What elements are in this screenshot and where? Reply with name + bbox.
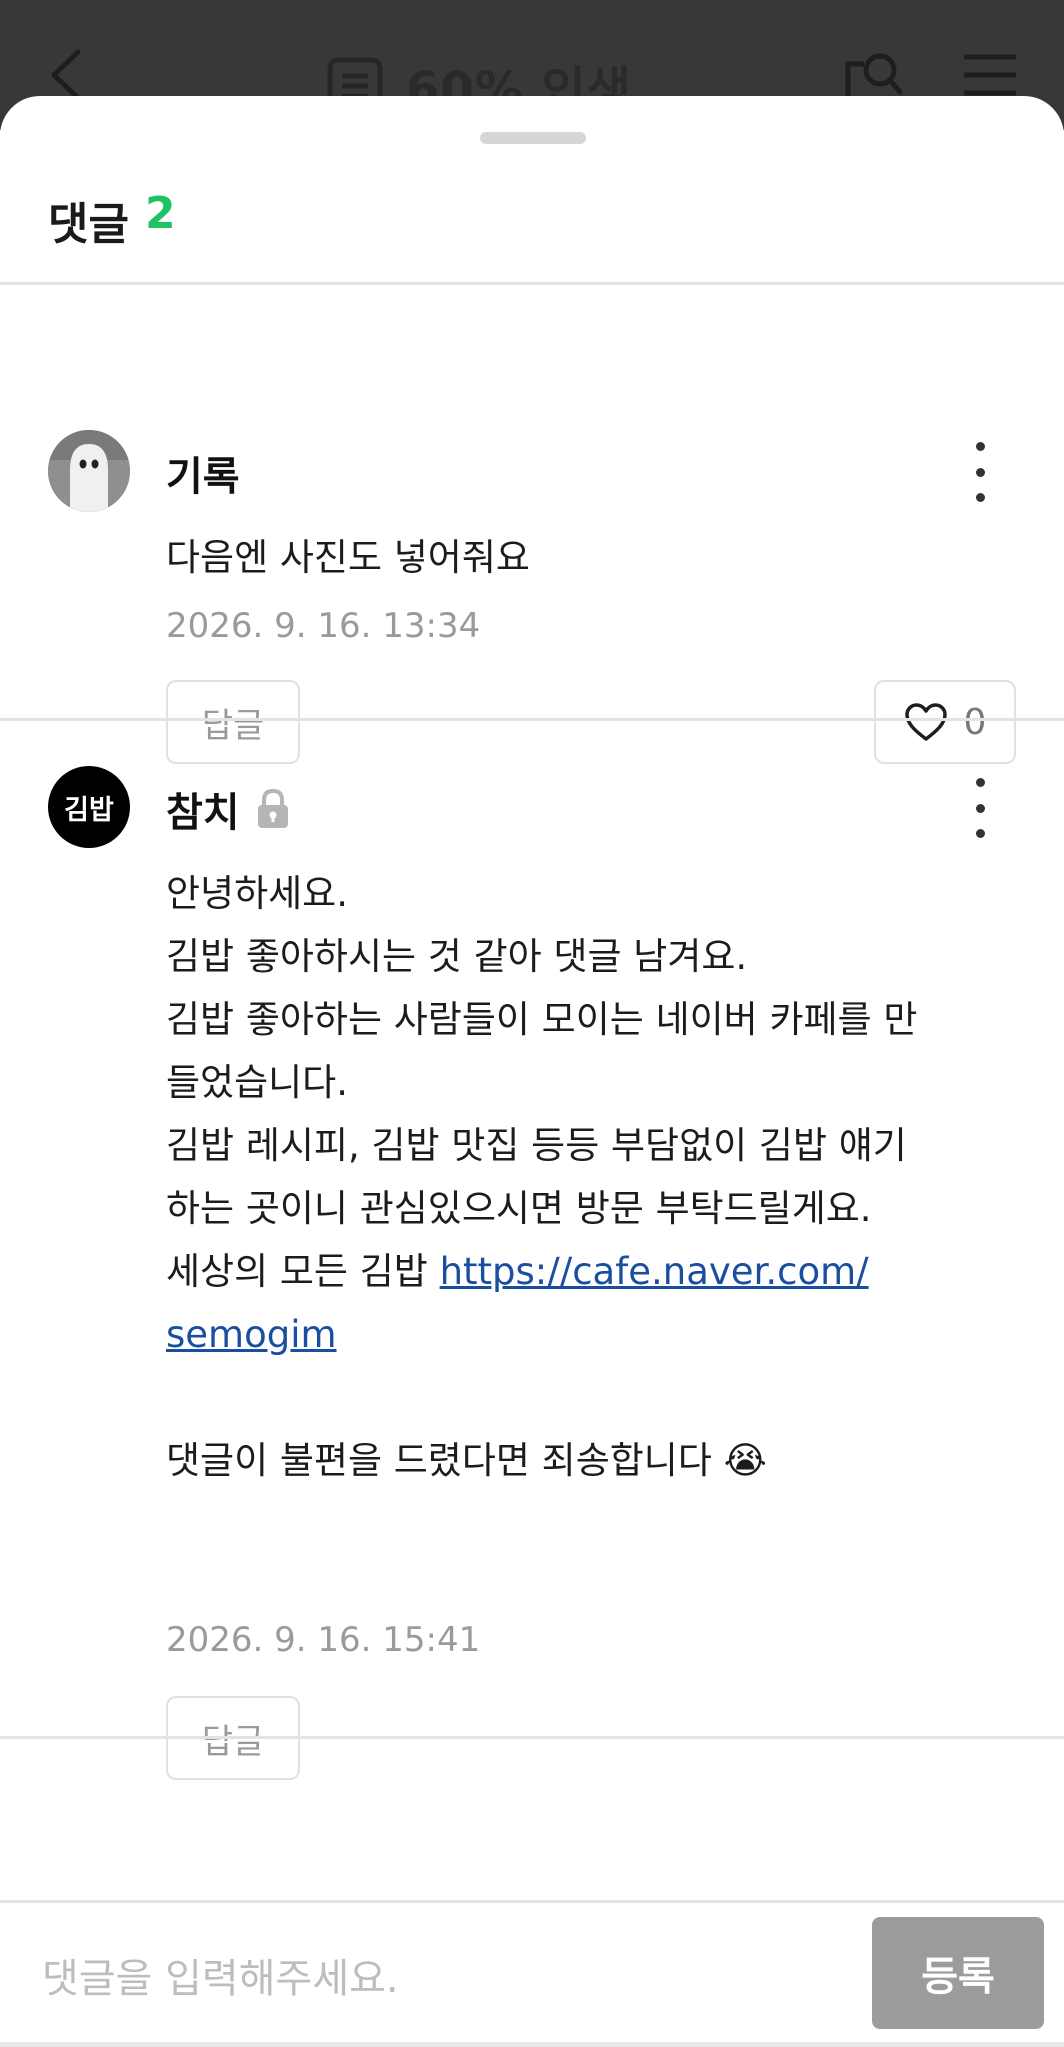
dot-icon: [975, 493, 985, 502]
comment-line: 들었습니다.: [166, 1061, 348, 1104]
comment-line-with-link: 세상의 모든 김밥 https://cafe.naver.com/: [166, 1240, 1006, 1303]
comment-line: 김밥 좋아하시는 것 같아 댓글 남겨요.: [166, 935, 748, 978]
avatar[interactable]: [48, 430, 130, 512]
comment-date: 2026. 9. 16. 15:41: [166, 1620, 481, 1660]
comment-line: 댓글이 불편을 드렸다면 죄송합니다 😭: [166, 1439, 767, 1482]
dot-icon: [975, 803, 985, 813]
dot-icon: [975, 467, 985, 477]
ghost-avatar-image: [48, 430, 130, 512]
comment-body: 안녕하세요. 김밥 좋아하시는 것 같아 댓글 남겨요. 김밥 좋아하는 사람들…: [166, 862, 1006, 1492]
avatar-text: 김밥: [64, 794, 114, 826]
comment-input[interactable]: [40, 1923, 864, 2035]
dot-icon: [975, 778, 985, 787]
dot-icon: [975, 829, 985, 838]
sheet-title-label: 댓글: [48, 199, 129, 250]
comment-line: 안녕하세요.: [166, 872, 348, 915]
author-name[interactable]: 참치: [166, 780, 240, 838]
cafe-link-continuation[interactable]: semogim: [166, 1313, 337, 1356]
more-options-button[interactable]: [960, 778, 1000, 838]
bottom-divider: [0, 2042, 1064, 2047]
comment-line-link-cont: semogim: [166, 1303, 1006, 1366]
comment-item: 김밥 참치 안녕하세요. 김밥 좋아하시는 것 같아 댓글 남겨요. 김밥 좋아…: [0, 718, 1064, 1834]
cafe-link[interactable]: https://cafe.naver.com/: [440, 1250, 869, 1293]
comment-date: 2026. 9. 16. 13:34: [166, 606, 481, 646]
comment-line: 세상의 모든 김밥: [166, 1250, 440, 1293]
author-name[interactable]: 기록: [166, 444, 240, 502]
lock-icon: [257, 788, 288, 828]
dot-icon: [975, 442, 985, 451]
more-options-button[interactable]: [960, 442, 1000, 502]
divider: [0, 1736, 1064, 1739]
comment-line: 김밥 레시피, 김밥 맛집 등등 부담없이 김밥 얘기: [166, 1124, 907, 1167]
sheet-title: 댓글 2: [48, 188, 176, 252]
avatar[interactable]: 김밥: [48, 766, 130, 848]
comment-line: 김밥 좋아하는 사람들이 모이는 네이버 카페를 만: [166, 998, 918, 1041]
comment-sheet: 댓글 2 기록 다음엔 사진도 넣어줘요 2026. 9. 16. 13:34 …: [0, 96, 1064, 2047]
submit-button[interactable]: 등록: [872, 1917, 1044, 2029]
back-arrow-icon[interactable]: [46, 48, 90, 102]
comment-input-bar: 등록: [0, 1900, 1064, 2047]
comment-line: 하는 곳이니 관심있으시면 방문 부탁드릴게요.: [166, 1187, 872, 1230]
comment-line: 다음엔 사진도 넣어줘요: [166, 536, 530, 579]
comment-body: 다음엔 사진도 넣어줘요: [166, 526, 1006, 589]
menu-icon[interactable]: [962, 52, 1018, 98]
sheet-drag-handle[interactable]: [480, 132, 586, 144]
comment-count: 2: [144, 188, 176, 239]
comment-author[interactable]: 참치: [166, 780, 290, 838]
comment-author[interactable]: 기록: [166, 444, 240, 502]
